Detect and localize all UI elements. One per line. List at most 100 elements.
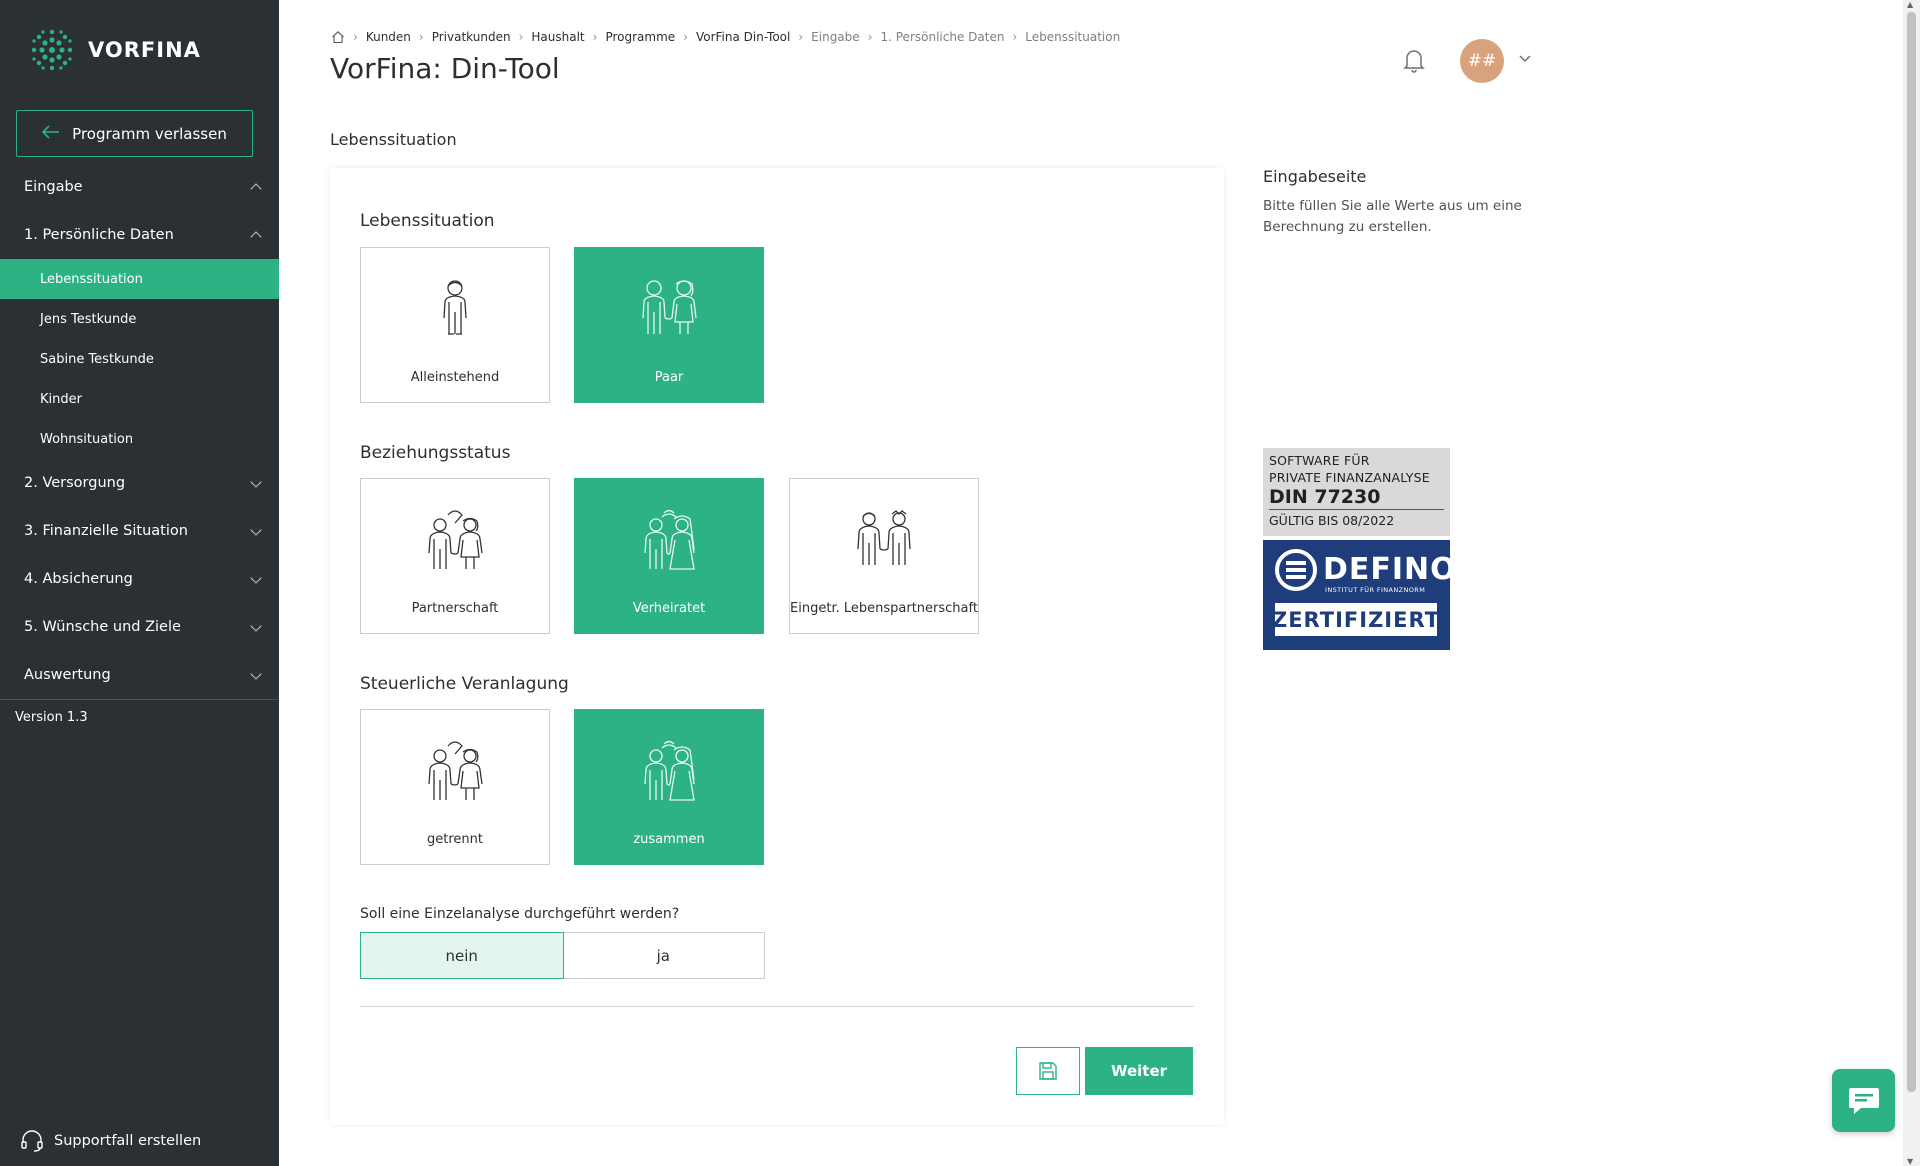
single-person-icon [443,280,467,335]
bell-icon[interactable] [1402,46,1426,74]
nav-item-versorgung[interactable]: 2. Versorgung [0,459,279,507]
nav-sub-lebenssituation[interactable]: Lebenssituation [0,259,279,299]
nav-sub-wohnsituation[interactable]: Wohnsituation [0,419,279,459]
toggle-option-nein[interactable]: nein [360,932,564,979]
info-title: Eingabeseite [1263,167,1367,186]
vorfina-logo-icon [31,29,73,71]
chat-button[interactable] [1832,1069,1895,1132]
group-title-steuerliche-veranlagung: Steuerliche Veranlagung [360,674,569,694]
breadcrumb-separator: › [798,30,804,44]
nav-item-absicherung[interactable]: 4. Absicherung [0,555,279,603]
exit-program-label: Programm verlassen [72,124,227,143]
nav-item-auswertung[interactable]: Auswertung [0,651,279,699]
chevron-down-icon [249,620,263,634]
page-scrollbar[interactable]: ▲ ▼ [1903,0,1920,1166]
chevron-up-icon [249,228,263,242]
brand-logo[interactable]: VORFINA [30,28,201,72]
breadcrumb-programme[interactable]: Programme [605,30,675,44]
option-alleinstehend[interactable]: Alleinstehend [360,247,550,403]
defino-brand: DEFINO [1323,552,1457,587]
einzelanalyse-question: Soll eine Einzelanalyse durchgeführt wer… [360,906,680,922]
option-eingetr-lebenspartnerschaft[interactable]: Eingetr. Lebenspartnerschaft [789,478,979,634]
scroll-down-icon[interactable]: ▼ [1907,1157,1913,1166]
option-verheiratet[interactable]: Verheiratet [574,478,764,634]
version-label: Version 1.3 [15,710,88,725]
chevron-down-icon [249,524,263,538]
badge-line-2: PRIVATE FINANZANALYSE [1269,470,1430,485]
form-card: Lebenssituation Alleinstehend Paar Bezie… [330,168,1224,1125]
option-label: Partnerschaft [411,601,499,616]
nav-label: 5. Wünsche und Ziele [24,619,181,635]
breadcrumb-separator: › [353,30,358,44]
option-paar[interactable]: Paar [574,247,764,403]
breadcrumb-persoenliche-daten[interactable]: 1. Persönliche Daten [880,30,1004,44]
option-label: Verheiratet [632,601,706,616]
badge-valid: GÜLTIG BIS 08/2022 [1269,513,1395,528]
nav-item-eingabe[interactable]: Eingabe [0,163,279,211]
option-zusammen[interactable]: zusammen [574,709,764,865]
breadcrumb-separator: › [418,30,424,44]
breadcrumb-separator: › [867,30,873,44]
breadcrumb-eingabe[interactable]: Eingabe [811,30,860,44]
user-avatar[interactable]: ## [1460,39,1504,83]
create-support-case-button[interactable]: Supportfall erstellen [20,1130,201,1152]
breadcrumb-din-tool[interactable]: VorFina Din-Tool [696,30,790,44]
chevron-down-icon [249,668,263,682]
exit-program-button[interactable]: Programm verlassen [16,110,253,157]
couple-icon [642,280,697,334]
nav-label: 2. Versorgung [24,475,126,491]
joint-couple-icon [644,740,695,801]
support-label: Supportfall erstellen [54,1133,202,1149]
option-label: zusammen [633,832,705,847]
option-partnerschaft[interactable]: Partnerschaft [360,478,550,634]
breadcrumb-separator: › [518,30,524,44]
headset-icon [21,1130,43,1152]
defino-logo: DEFINO INSTITUT FÜR FINANZNORM ZERTIFIZI… [1263,540,1456,650]
group-title-beziehungsstatus: Beziehungsstatus [360,443,511,463]
din-certification-badge: SOFTWARE FÜR PRIVATE FINANZANALYSE DIN 7… [1263,448,1456,650]
breadcrumb-privatkunden[interactable]: Privatkunden [432,30,511,44]
nav-label: Eingabe [24,179,83,195]
chevron-down-icon [249,476,263,490]
group-title-lebenssituation: Lebenssituation [360,211,495,231]
save-button[interactable] [1016,1047,1080,1095]
toggle-option-ja[interactable]: ja [563,933,765,978]
nav-label: 1. Persönliche Daten [24,227,174,243]
form-divider [360,1006,1194,1007]
badge-line-1: SOFTWARE FÜR [1269,453,1370,468]
breadcrumb: › Kunden › Privatkunden › Haushalt › Pro… [331,30,1120,44]
section-label: Lebenssituation [330,130,457,149]
breadcrumb-haushalt[interactable]: Haushalt [531,30,584,44]
nav-item-persoenliche-daten[interactable]: 1. Persönliche Daten [0,211,279,259]
defino-subtitle: INSTITUT FÜR FINANZNORM [1325,586,1426,594]
option-label: getrennt [427,832,483,847]
registered-partnership-icon [857,510,911,565]
scroll-up-icon[interactable]: ▲ [1907,0,1913,9]
nav-item-finanzielle-situation[interactable]: 3. Finanzielle Situation [0,507,279,555]
breadcrumb-kunden[interactable]: Kunden [366,30,411,44]
certified-label: ZERTIFIZIERT [1272,603,1439,636]
breadcrumb-separator: › [1012,30,1018,44]
badge-top: SOFTWARE FÜR PRIVATE FINANZANALYSE DIN 7… [1263,448,1450,536]
chevron-down-icon[interactable] [1518,54,1532,64]
home-icon[interactable] [331,30,345,44]
nav-sub-jens-testkunde[interactable]: Jens Testkunde [0,299,279,339]
chevron-down-icon [249,572,263,586]
nav-sub-sabine-testkunde[interactable]: Sabine Testkunde [0,339,279,379]
married-couple-icon [644,509,695,570]
einzelanalyse-toggle: nein ja [360,932,765,979]
separate-couple-icon [428,741,483,800]
page-title: VorFina: Din-Tool [330,52,560,85]
defino-logo-icon [1275,549,1317,591]
breadcrumb-separator: › [592,30,598,44]
nav-item-wuensche-und-ziele[interactable]: 5. Wünsche und Ziele [0,603,279,651]
nav-sub-kinder[interactable]: Kinder [0,379,279,419]
breadcrumb-separator: › [683,30,688,44]
next-button[interactable]: Weiter [1085,1047,1193,1095]
sidebar: VORFINA Programm verlassen Eingabe 1. Pe… [0,0,279,1166]
scrollbar-thumb[interactable] [1907,12,1916,1092]
breadcrumb-lebenssituation: Lebenssituation [1025,30,1121,44]
option-label: Alleinstehend [410,370,500,385]
option-getrennt[interactable]: getrennt [360,709,550,865]
nav-label: 3. Finanzielle Situation [24,523,188,539]
